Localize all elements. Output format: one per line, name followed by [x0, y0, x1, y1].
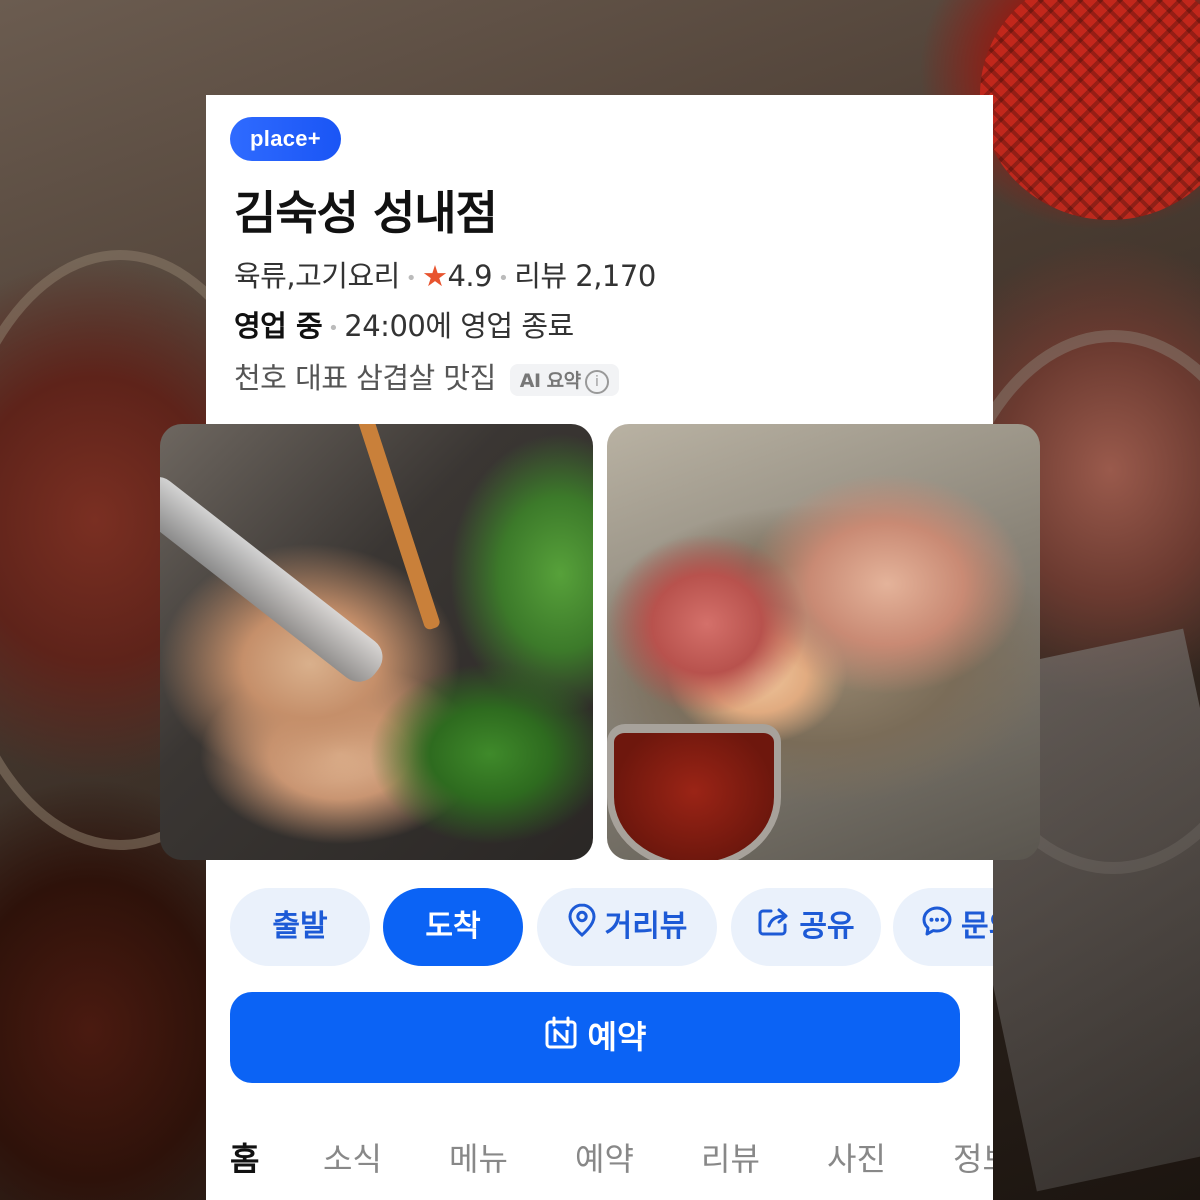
- inquiry-button[interactable]: 문의: [893, 888, 993, 966]
- depart-label: 출발: [272, 909, 328, 944]
- arrive-label: 도착: [425, 909, 481, 944]
- star-icon: ★: [421, 259, 448, 293]
- street-view-button[interactable]: 거리뷰: [537, 888, 717, 966]
- naver-calendar-icon: [544, 994, 578, 1085]
- ai-summary-text: 천호 대표 삼겹살 맛집: [234, 361, 496, 395]
- rating-value: 4.9: [447, 259, 493, 293]
- tab-news[interactable]: 소식: [323, 1134, 382, 1180]
- photo-raw-meat[interactable]: [607, 424, 1040, 860]
- place-meta-row: 육류,고기요리 • ★4.9 • 리뷰 2,170: [234, 253, 656, 295]
- depart-button[interactable]: 출발: [230, 888, 370, 966]
- share-button[interactable]: 공유: [731, 888, 881, 966]
- tab-photos[interactable]: 사진: [827, 1134, 886, 1180]
- open-status: 영업 중: [234, 309, 323, 343]
- tab-menu[interactable]: 메뉴: [449, 1134, 508, 1180]
- reserve-button[interactable]: 예약: [230, 992, 960, 1083]
- chat-bubble-icon: [921, 889, 953, 967]
- separator-dot: •: [405, 267, 417, 289]
- street-view-label: 거리뷰: [604, 909, 688, 944]
- location-pin-icon: [567, 889, 597, 967]
- reserve-label: 예약: [587, 1018, 647, 1056]
- ai-summary-label: AI 요약: [519, 370, 581, 393]
- inquiry-label: 문의: [961, 909, 993, 944]
- share-icon: [757, 889, 791, 967]
- tab-info[interactable]: 정보: [953, 1134, 993, 1180]
- chopstick-shape: [354, 424, 442, 631]
- sauce-bowl-shape: [607, 724, 781, 860]
- business-hours-row[interactable]: 영업 중 • 24:00에 영업 종료: [234, 303, 574, 345]
- separator-dot: •: [498, 267, 509, 289]
- closing-time: 24:00에 영업 종료: [344, 309, 574, 343]
- tab-reviews[interactable]: 리뷰: [701, 1134, 760, 1180]
- share-label: 공유: [799, 909, 855, 944]
- tab-reservation[interactable]: 예약: [575, 1134, 634, 1180]
- ai-summary-row: 천호 대표 삼겹살 맛집 AI 요약 i: [234, 355, 619, 397]
- place-plus-badge: place+: [230, 117, 341, 161]
- place-title[interactable]: 김숙성 성내점: [234, 177, 498, 243]
- tab-home[interactable]: 홈: [230, 1134, 259, 1180]
- ai-summary-tag[interactable]: AI 요약 i: [509, 364, 619, 396]
- review-count-link[interactable]: 리뷰 2,170: [514, 259, 656, 293]
- info-icon[interactable]: i: [584, 369, 609, 394]
- background-basket: [980, 0, 1200, 220]
- separator-dot: •: [328, 317, 339, 339]
- tongs-shape: [160, 468, 391, 690]
- category: 육류,고기요리: [234, 259, 400, 293]
- tab-bar: 홈 소식 메뉴 예약 리뷰 사진 정보: [206, 1130, 993, 1200]
- arrive-button[interactable]: 도착: [383, 888, 523, 966]
- photo-grilled-pork[interactable]: [160, 424, 593, 860]
